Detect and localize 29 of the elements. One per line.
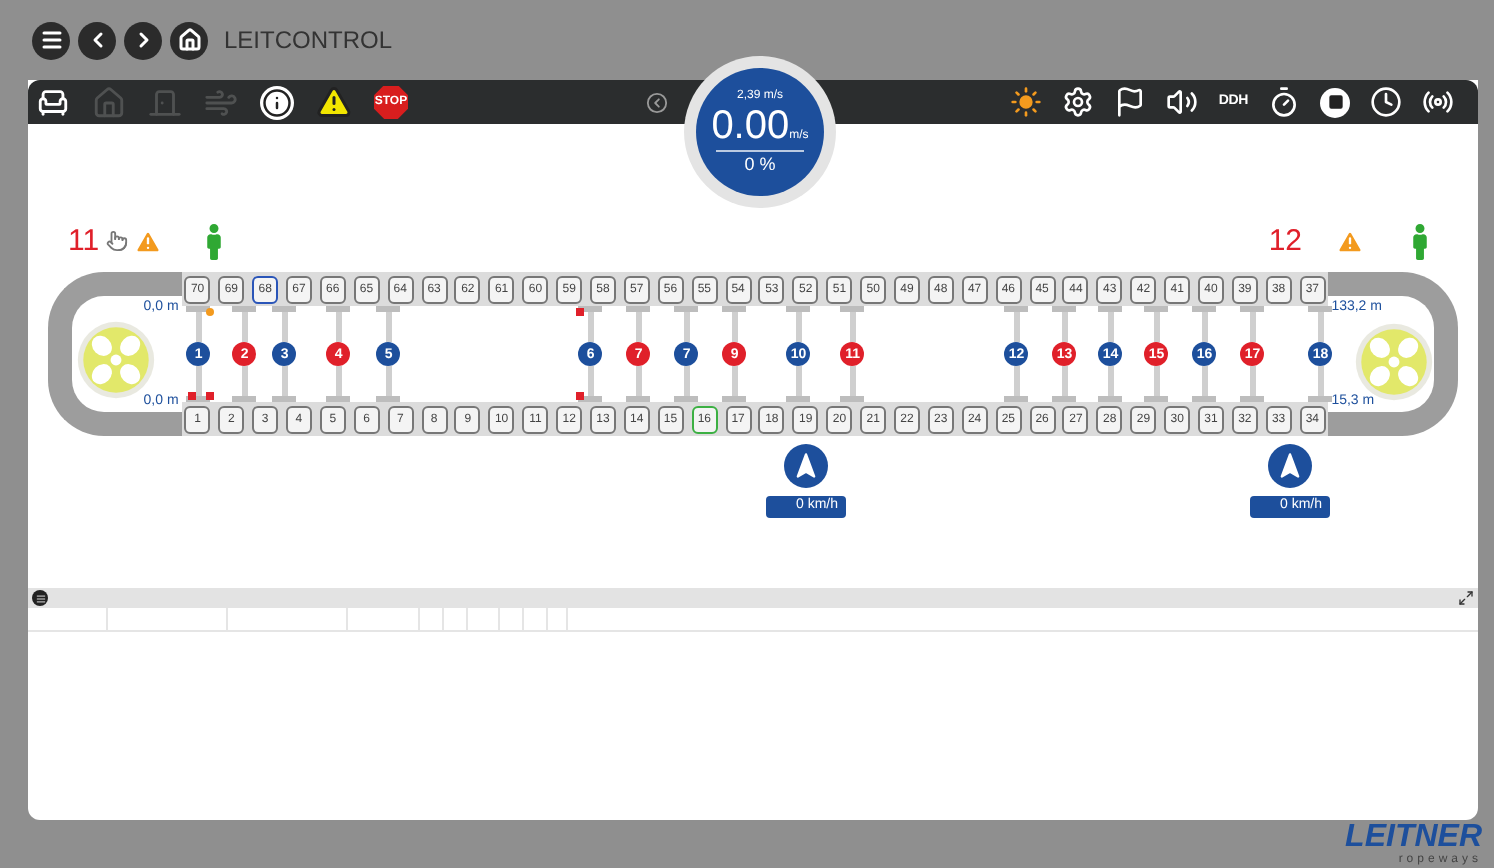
- forward-button[interactable]: [124, 21, 162, 59]
- pointer-icon: [105, 230, 128, 253]
- collapse-icon[interactable]: [646, 91, 668, 113]
- settings-icon[interactable]: [1062, 86, 1095, 118]
- home-button[interactable]: [170, 21, 208, 59]
- station-number: 11: [68, 221, 100, 261]
- station-number: 12: [1268, 221, 1302, 261]
- menu-icon: [39, 28, 63, 52]
- bullwheel-icon: [1354, 322, 1434, 402]
- maximize-icon[interactable]: [1458, 590, 1474, 606]
- speaker-icon[interactable]: [1166, 86, 1199, 118]
- warning-icon[interactable]: [316, 84, 352, 120]
- stopwatch-icon[interactable]: [1268, 86, 1300, 118]
- back-button[interactable]: [78, 21, 116, 59]
- logo-name: LEITNER: [1345, 822, 1482, 854]
- speed-percent: 0 %: [744, 156, 776, 174]
- seat-icon[interactable]: [36, 85, 70, 119]
- sun-icon[interactable]: [1010, 86, 1043, 118]
- home-icon: [177, 28, 201, 52]
- list-icon[interactable]: [32, 590, 48, 606]
- clock-icon[interactable]: [1370, 86, 1402, 118]
- info-icon[interactable]: [260, 85, 294, 119]
- speed-value: 0.00: [711, 106, 790, 146]
- wind-direction-icon: [1268, 444, 1312, 488]
- window-title: LEITCONTROL: [224, 24, 393, 58]
- radio-icon[interactable]: [1422, 86, 1454, 118]
- flag-icon[interactable]: [1114, 86, 1147, 118]
- wind-direction-icon: [784, 444, 828, 488]
- menu-button[interactable]: [32, 21, 70, 59]
